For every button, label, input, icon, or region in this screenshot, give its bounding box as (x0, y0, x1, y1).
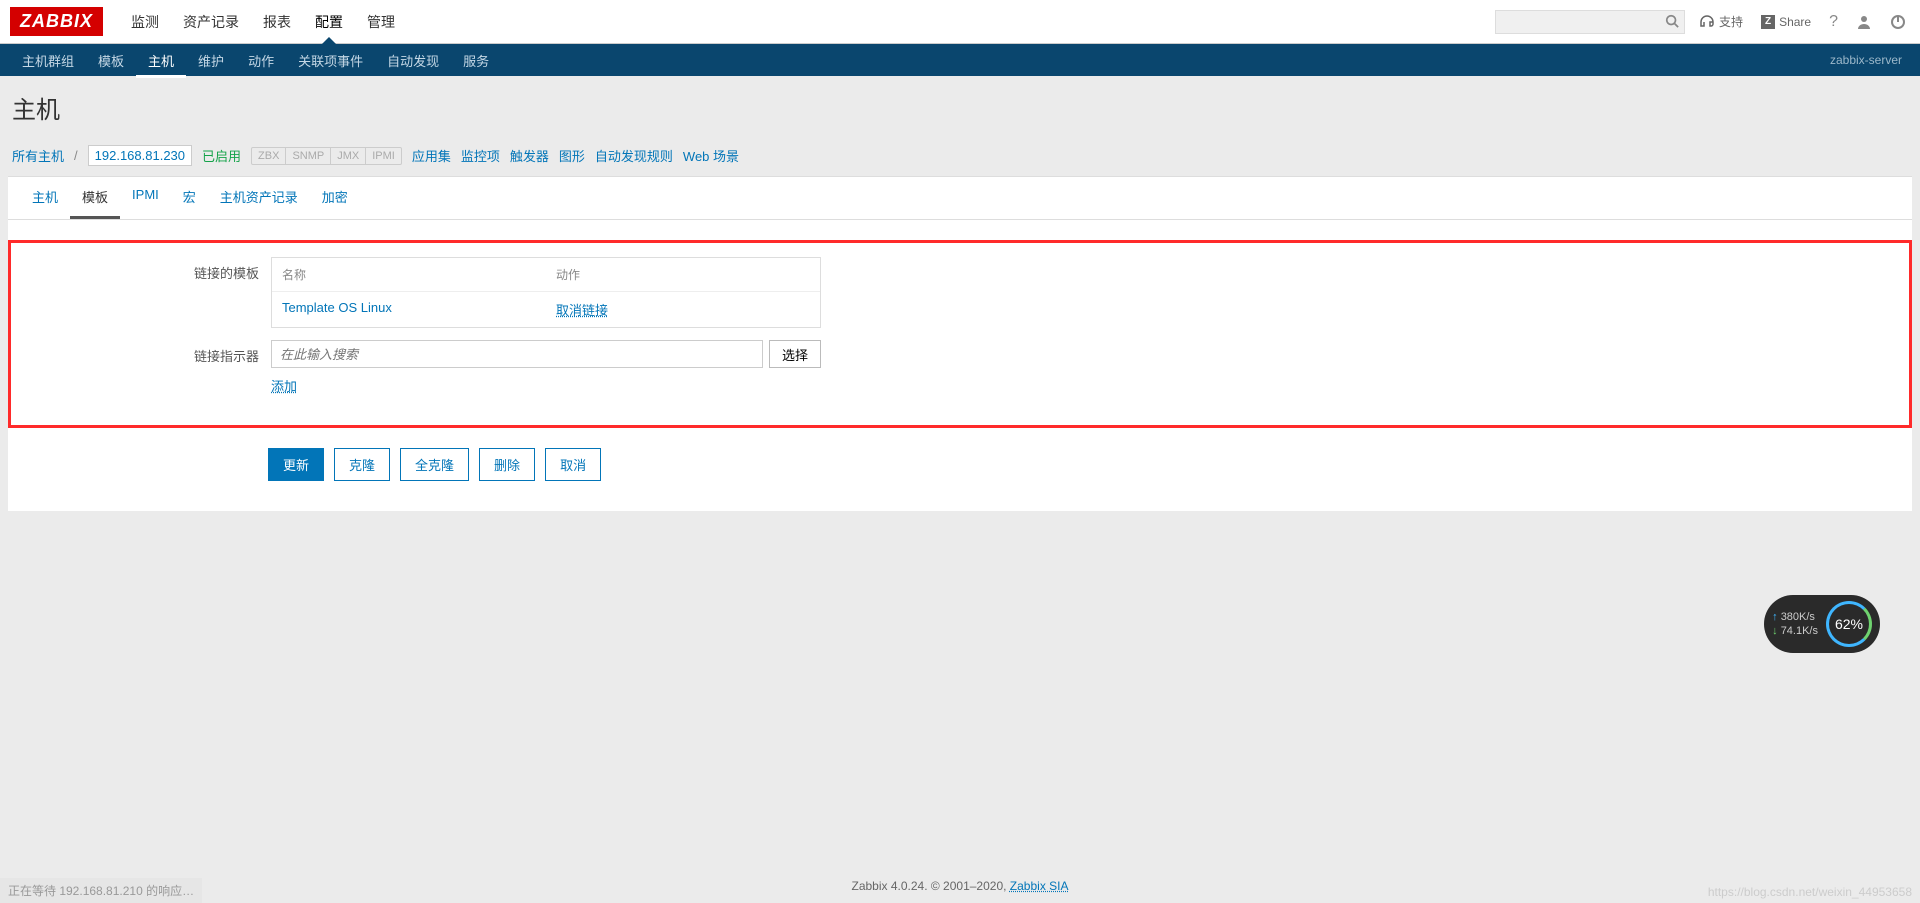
search-box (1495, 10, 1685, 34)
server-name: zabbix-server (1830, 53, 1910, 67)
select-button[interactable]: 选择 (769, 340, 821, 368)
linked-templates-table: 名称 动作 Template OS Linux 取消链接 (271, 257, 821, 328)
network-widget[interactable]: 380K/s 74.1K/s 62% (1764, 595, 1880, 653)
top-menu: 监测 资产记录 报表 配置 管理 (119, 0, 407, 44)
crumb-sep: / (74, 148, 78, 163)
user-icon[interactable] (1852, 10, 1876, 34)
top-nav: ZABBIX 监测 资产记录 报表 配置 管理 支持 Z Share ? (0, 0, 1920, 44)
topnav-monitor[interactable]: 监测 (119, 0, 171, 44)
link-triggers[interactable]: 触发器 (510, 146, 549, 165)
net-up: 380K/s (1772, 610, 1818, 624)
link-items[interactable]: 监控项 (461, 146, 500, 165)
highlight-box: 链接的模板 名称 动作 Template OS Linux 取消链接 (8, 240, 1912, 428)
footer-text: Zabbix 4.0.24. © 2001–2020, (852, 879, 1010, 893)
search-input[interactable] (1495, 10, 1685, 34)
host-tabs: 主机 模板 IPMI 宏 主机资产记录 加密 (8, 177, 1912, 220)
col-name: 名称 (272, 258, 546, 291)
breadcrumb: 所有主机 / 192.168.81.230 已启用 ZBX SNMP JMX I… (0, 139, 1920, 176)
unlink-link[interactable]: 取消链接 (556, 303, 608, 318)
logo[interactable]: ZABBIX (10, 7, 103, 36)
status-bar: 正在等待 192.168.81.210 的响应… (0, 878, 202, 903)
topnav-reports[interactable]: 报表 (251, 0, 303, 44)
link-apps[interactable]: 应用集 (412, 146, 451, 165)
button-row: 更新 克隆 全克隆 删除 取消 (8, 448, 1912, 481)
topnav-config[interactable]: 配置 (303, 0, 355, 44)
subnav-hosts[interactable]: 主机 (136, 43, 186, 78)
subnav-maintenance[interactable]: 维护 (186, 43, 236, 78)
watermark: https://blog.csdn.net/weixin_44953658 (1708, 885, 1912, 899)
status-enabled: 已启用 (202, 146, 241, 165)
share-label: Share (1779, 15, 1811, 29)
footer-link[interactable]: Zabbix SIA (1010, 879, 1069, 893)
topnav-inventory[interactable]: 资产记录 (171, 0, 251, 44)
sub-nav: 主机群组 模板 主机 维护 动作 关联项事件 自动发现 服务 zabbix-se… (0, 44, 1920, 76)
link-indicator-label: 链接指示器 (11, 340, 271, 395)
proto-snmp: SNMP (286, 148, 331, 164)
subnav-templates[interactable]: 模板 (86, 43, 136, 78)
tab-ipmi[interactable]: IPMI (120, 177, 171, 219)
support-label: 支持 (1719, 13, 1743, 30)
update-button[interactable]: 更新 (268, 448, 324, 481)
net-percent: 62% (1826, 601, 1872, 647)
add-link[interactable]: 添加 (271, 379, 297, 394)
power-icon[interactable] (1886, 10, 1910, 34)
subnav-services[interactable]: 服务 (451, 43, 501, 78)
help-icon[interactable]: ? (1825, 9, 1842, 35)
tab-host[interactable]: 主机 (20, 177, 70, 219)
crumb-hostip[interactable]: 192.168.81.230 (88, 145, 192, 166)
form-area: 链接的模板 名称 动作 Template OS Linux 取消链接 (8, 220, 1912, 511)
link-graphs[interactable]: 图形 (559, 146, 585, 165)
link-discovery[interactable]: 自动发现规则 (595, 146, 673, 165)
fullclone-button[interactable]: 全克隆 (400, 448, 469, 481)
subnav-hostgroups[interactable]: 主机群组 (10, 43, 86, 78)
tab-encrypt[interactable]: 加密 (310, 177, 360, 219)
proto-ipmi: IPMI (366, 148, 401, 164)
cancel-button[interactable]: 取消 (545, 448, 601, 481)
subnav-discovery[interactable]: 自动发现 (375, 43, 451, 78)
clone-button[interactable]: 克隆 (334, 448, 390, 481)
template-search-input[interactable] (271, 340, 763, 368)
crumb-allhosts[interactable]: 所有主机 (12, 146, 64, 165)
topnav-admin[interactable]: 管理 (355, 0, 407, 44)
net-down: 74.1K/s (1772, 624, 1818, 638)
support-link[interactable]: 支持 (1695, 9, 1747, 34)
delete-button[interactable]: 删除 (479, 448, 535, 481)
subnav-correlation[interactable]: 关联项事件 (286, 43, 375, 78)
linked-templates-label: 链接的模板 (11, 257, 271, 328)
template-link[interactable]: Template OS Linux (272, 292, 546, 327)
tab-macros[interactable]: 宏 (171, 177, 208, 219)
page-title: 主机 (0, 76, 1920, 139)
tab-templates[interactable]: 模板 (70, 177, 120, 219)
link-web[interactable]: Web 场景 (683, 146, 739, 165)
search-icon[interactable] (1665, 14, 1679, 31)
proto-jmx: JMX (331, 148, 366, 164)
tab-inventory[interactable]: 主机资产记录 (208, 177, 310, 219)
protocol-badges: ZBX SNMP JMX IPMI (251, 147, 402, 165)
subnav-actions[interactable]: 动作 (236, 43, 286, 78)
share-link[interactable]: Z Share (1757, 11, 1815, 33)
table-row: Template OS Linux 取消链接 (272, 291, 820, 327)
main-panel: 主机 模板 IPMI 宏 主机资产记录 加密 链接的模板 名称 动作 Templ… (8, 176, 1912, 511)
proto-zbx: ZBX (252, 148, 286, 164)
footer: Zabbix 4.0.24. © 2001–2020, Zabbix SIA (0, 869, 1920, 903)
col-action: 动作 (546, 258, 820, 291)
